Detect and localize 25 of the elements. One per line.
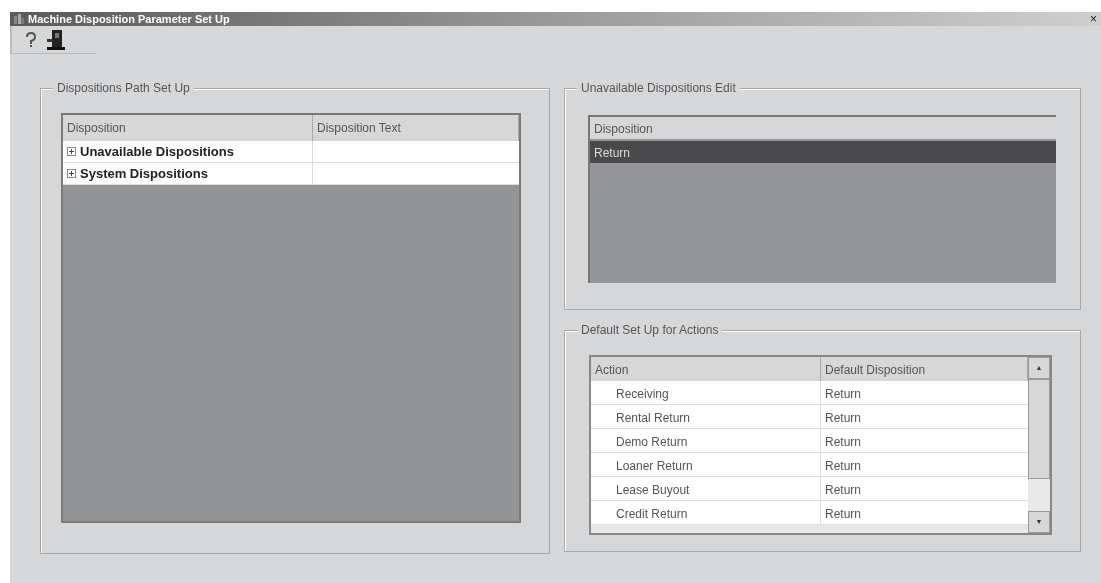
- table-cell-text: Return: [824, 410, 863, 427]
- scroll-thumb[interactable]: [1028, 379, 1050, 479]
- table-cell-text: Return: [824, 434, 863, 451]
- list-row[interactable]: Return: [590, 141, 1056, 163]
- table-cell: Credit Return: [591, 501, 821, 524]
- table-cell-text: Return: [824, 482, 863, 499]
- table-cell: Lease Buyout: [591, 477, 821, 500]
- exit-door-icon[interactable]: [46, 28, 66, 51]
- group-title: Default Set Up for Actions: [577, 322, 723, 338]
- table-cell: Loaner Return: [591, 453, 821, 476]
- expand-icon[interactable]: [67, 169, 76, 178]
- column-header[interactable]: Disposition: [590, 117, 1056, 139]
- table-cell-text: Return: [824, 386, 863, 403]
- table-cell: Demo Return: [591, 429, 821, 452]
- group-title: Dispositions Path Set Up: [53, 80, 194, 96]
- close-button[interactable]: ×: [1090, 13, 1097, 25]
- table-cell: Rental Return: [591, 405, 821, 428]
- window-title: Machine Disposition Parameter Set Up: [28, 13, 230, 25]
- table-cell-text: Return: [824, 506, 863, 523]
- app-icon: [14, 14, 24, 24]
- table-cell: Receiving: [591, 381, 821, 404]
- help-icon[interactable]: [24, 31, 38, 48]
- expand-icon[interactable]: [67, 147, 76, 156]
- table-cell-text: Return: [824, 458, 863, 475]
- group-title: Unavailable Dispositions Edit: [577, 80, 740, 96]
